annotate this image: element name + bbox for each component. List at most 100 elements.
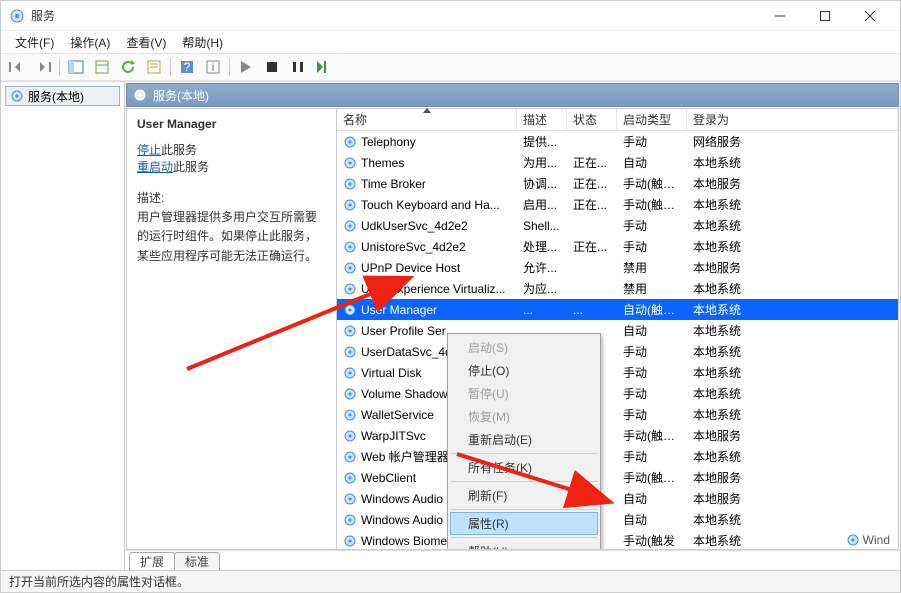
table-row[interactable]: WarpJITSvc手动(触发...本地服务	[337, 425, 898, 446]
table-row[interactable]: Telephony提供...手动网络服务	[337, 131, 898, 152]
cell-start-type: 手动(触发...	[617, 175, 687, 192]
table-row[interactable]: UdkUserSvc_4d2e2Shell...手动本地系统	[337, 215, 898, 236]
cell-name: Windows Audio	[361, 492, 443, 506]
table-row[interactable]: User Profile Ser自动本地系统	[337, 320, 898, 341]
cell-start-type: 手动	[617, 364, 687, 381]
cell-desc: 启用...	[517, 196, 567, 213]
sort-asc-icon	[423, 108, 431, 113]
show-hide-tree-button[interactable]	[64, 56, 88, 78]
restart-service-button[interactable]	[312, 56, 336, 78]
cell-start-type: 手动	[617, 448, 687, 465]
cell-start-type: 自动	[617, 322, 687, 339]
col-desc[interactable]: 描述	[517, 109, 567, 130]
cell-logon-as: 本地系统	[687, 322, 898, 339]
ctx-all-tasks[interactable]: 所有任务(K)	[450, 456, 598, 479]
cell-start-type: 手动	[617, 406, 687, 423]
table-row[interactable]: Time Broker协调...正在...手动(触发...本地服务	[337, 173, 898, 194]
table-row[interactable]: User Manager......自动(触发...本地系统	[337, 299, 898, 320]
list-body[interactable]: Telephony提供...手动网络服务Themes为用...正在...自动本地…	[337, 131, 898, 549]
desc-label: 描述:	[137, 191, 164, 205]
pane-header: 服务(本地)	[126, 83, 899, 107]
cell-start-type: 禁用	[617, 280, 687, 297]
status-bar: 打开当前所选内容的属性对话框。	[1, 570, 900, 592]
gear-icon	[343, 471, 357, 485]
tree-item-services-local[interactable]: 服务(本地)	[5, 86, 120, 106]
cell-start-type: 手动	[617, 343, 687, 360]
start-service-button[interactable]	[234, 56, 258, 78]
cell-name: WalletService	[361, 408, 434, 422]
col-status[interactable]: 状态	[567, 109, 617, 130]
cell-name: User Manager	[361, 303, 437, 317]
toolbar: ? i	[1, 53, 900, 81]
right-pane: 服务(本地) User Manager 停止此服务 重启动此服务 描述: 用户管…	[125, 82, 900, 570]
gear-icon	[343, 345, 357, 359]
refresh-button[interactable]	[116, 56, 140, 78]
tab-standard[interactable]: 标准	[174, 552, 220, 570]
minimize-button[interactable]	[757, 2, 802, 30]
gear-icon	[343, 513, 357, 527]
cell-name: WebClient	[361, 471, 416, 485]
help-button[interactable]: ?	[175, 56, 199, 78]
about-button[interactable]: i	[201, 56, 225, 78]
cell-desc: Shell...	[517, 219, 567, 233]
table-row[interactable]: Web 帐户管理器手动本地系统	[337, 446, 898, 467]
ctx-help[interactable]: 帮助(H)	[450, 540, 598, 549]
table-row[interactable]: Volume Shadow手动本地系统	[337, 383, 898, 404]
table-row[interactable]: User Experience Virtualiz...为应...禁用本地系统	[337, 278, 898, 299]
cell-start-type: 手动(触发...	[617, 196, 687, 213]
cell-logon-as: 本地系统	[687, 196, 898, 213]
table-row[interactable]: Windows Audio 自动本地服务	[337, 488, 898, 509]
table-row[interactable]: UserDataSvc_4d手动本地系统	[337, 341, 898, 362]
cell-logon-as: 本地系统	[687, 154, 898, 171]
table-row[interactable]: Windows Audio自动本地系统	[337, 509, 898, 530]
forward-button[interactable]	[31, 56, 55, 78]
stop-service-button[interactable]	[260, 56, 284, 78]
menu-action[interactable]: 操作(A)	[62, 32, 118, 53]
table-row[interactable]: UnistoreSvc_4d2e2处理...正在...手动本地系统	[337, 236, 898, 257]
gear-icon	[10, 89, 24, 103]
cell-name: Telephony	[361, 135, 416, 149]
ctx-refresh[interactable]: 刷新(F)	[450, 484, 598, 507]
restart-link[interactable]: 重启动	[137, 160, 173, 174]
table-row[interactable]: WalletService手动本地系统	[337, 404, 898, 425]
menu-help[interactable]: 帮助(H)	[174, 32, 231, 53]
menu-file[interactable]: 文件(F)	[7, 32, 62, 53]
svg-text:i: i	[212, 60, 215, 74]
cell-logon-as: 本地系统	[687, 238, 898, 255]
col-start-type[interactable]: 启动类型	[617, 109, 687, 130]
ctx-stop[interactable]: 停止(O)	[450, 359, 598, 382]
ctx-restart[interactable]: 重新启动(E)	[450, 428, 598, 451]
cell-logon-as: 本地系统	[687, 280, 898, 297]
table-row[interactable]: Touch Keyboard and Ha...启用...正在...手动(触发.…	[337, 194, 898, 215]
cell-start-type: 自动	[617, 490, 687, 507]
cell-start-type: 手动(触发...	[617, 469, 687, 486]
ctx-properties[interactable]: 属性(R)	[450, 512, 598, 535]
maximize-button[interactable]	[802, 2, 847, 30]
properties-button[interactable]	[142, 56, 166, 78]
table-row[interactable]: UPnP Device Host允许...禁用本地服务	[337, 257, 898, 278]
close-button[interactable]	[847, 2, 892, 30]
cell-status: ...	[567, 303, 617, 317]
pause-service-button[interactable]	[286, 56, 310, 78]
tab-extended[interactable]: 扩展	[129, 552, 175, 570]
back-button[interactable]	[5, 56, 29, 78]
menu-view[interactable]: 查看(V)	[118, 32, 174, 53]
table-row[interactable]: Virtual Disk手动本地系统	[337, 362, 898, 383]
stop-link[interactable]: 停止	[137, 143, 161, 157]
cell-logon-as: 本地系统	[687, 343, 898, 360]
table-row[interactable]: WebClient 手动(触发...本地服务	[337, 467, 898, 488]
export-list-button[interactable]	[90, 56, 114, 78]
cell-start-type: 手动	[617, 238, 687, 255]
cell-logon-as: 本地系统	[687, 364, 898, 381]
cell-name: UdkUserSvc_4d2e2	[361, 219, 468, 233]
table-row[interactable]: Themes为用...正在...自动本地系统	[337, 152, 898, 173]
col-name[interactable]: 名称	[337, 109, 517, 130]
cell-logon-as: 本地服务	[687, 469, 898, 486]
cell-logon-as: 本地服务	[687, 490, 898, 507]
gear-icon	[343, 429, 357, 443]
col-logon-as[interactable]: 登录为	[687, 109, 898, 130]
cell-name: User Experience Virtualiz...	[361, 282, 506, 296]
cell-logon-as: 本地系统	[687, 301, 898, 318]
table-row[interactable]: Windows Biometric ServWin手动(触发本地系统	[337, 530, 898, 549]
selected-service-name: User Manager	[137, 117, 326, 131]
